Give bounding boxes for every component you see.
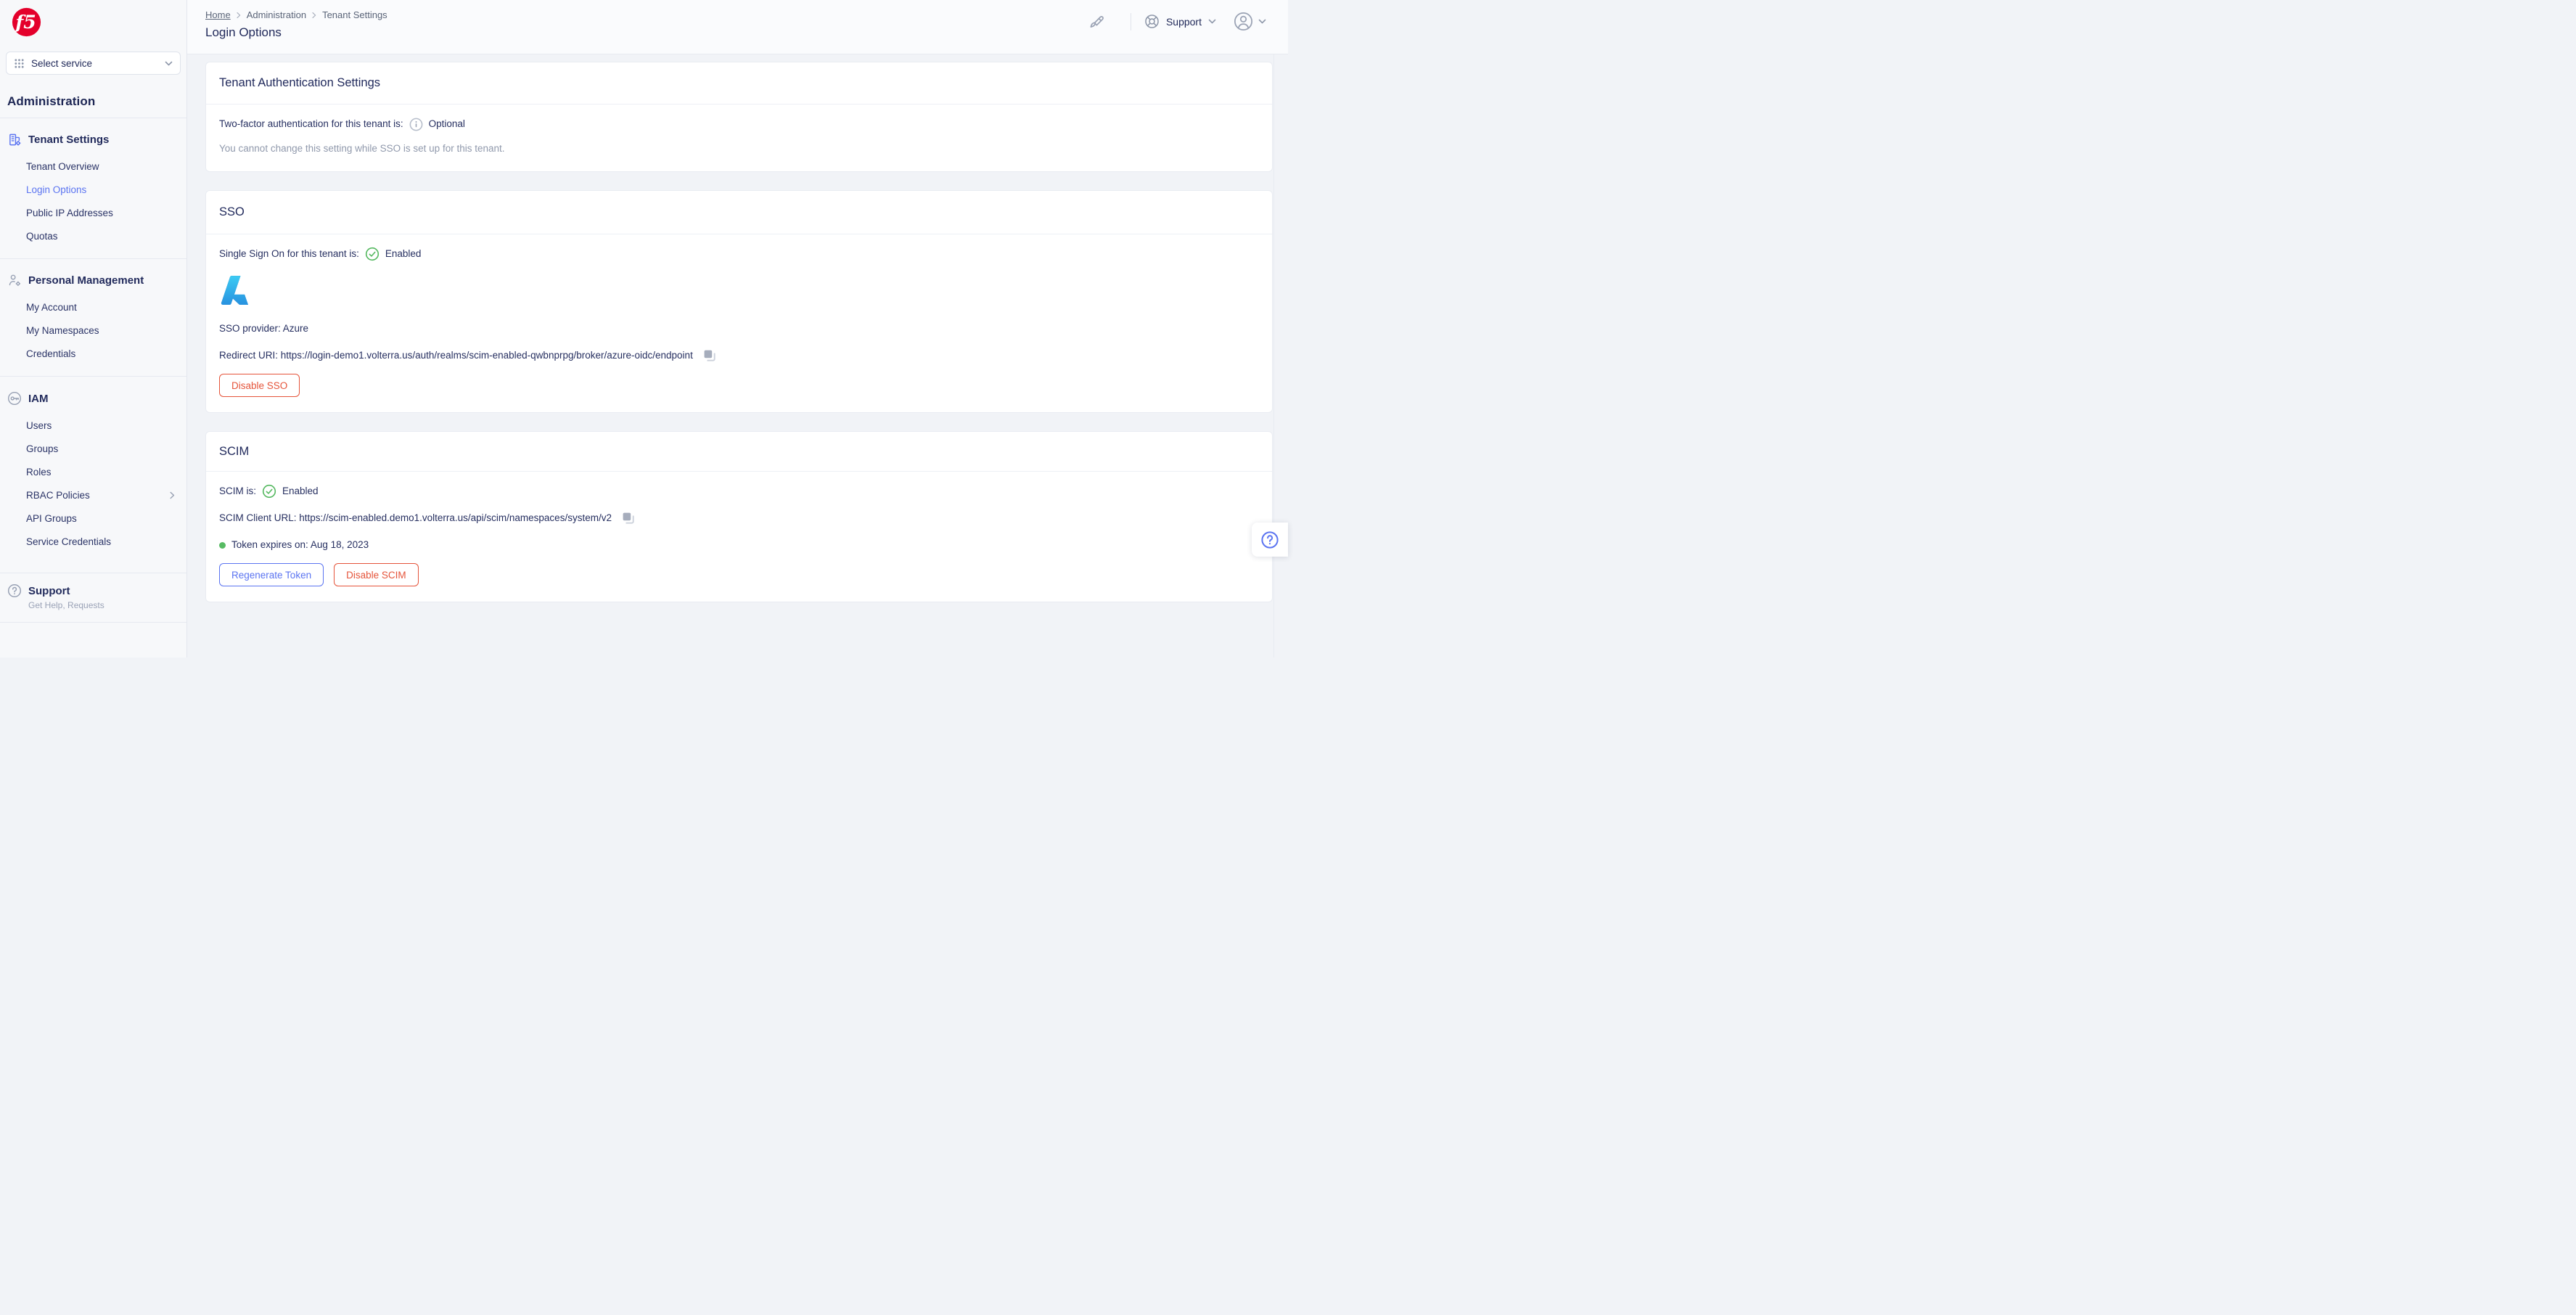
breadcrumb-home-link[interactable]: Home: [205, 9, 231, 20]
two-factor-line: Two-factor authentication for this tenan…: [219, 117, 1259, 131]
chevron-down-icon: [165, 61, 173, 66]
card-title: SCIM: [206, 432, 1272, 472]
sso-provider-line: SSO provider: Azure: [219, 323, 309, 334]
scim-client-url-line: SCIM Client URL: https://scim-enabled.de…: [219, 511, 1259, 525]
support-menu-label: Support: [1165, 15, 1202, 28]
scim-token-line: Token expires on: Aug 18, 2023: [219, 538, 1259, 552]
svg-text:f5: f5: [14, 11, 36, 33]
help-button[interactable]: [1252, 523, 1288, 557]
page: f5 Select service Administration Tenant …: [0, 0, 1288, 658]
disable-scim-button[interactable]: Disable SCIM: [334, 563, 419, 586]
sidebar-item-api-groups[interactable]: API Groups: [0, 507, 186, 530]
sidebar-item-public-ip-addresses[interactable]: Public IP Addresses: [0, 202, 186, 225]
card-title: Tenant Authentication Settings: [206, 62, 1272, 105]
scim-status-line: SCIM is: Enabled: [219, 484, 1259, 499]
f5-logo[interactable]: f5: [12, 7, 186, 41]
sidebar-support-label: Support: [28, 584, 70, 597]
info-icon[interactable]: [409, 118, 423, 131]
sidebar-item-my-account[interactable]: My Account: [0, 296, 186, 319]
card-sso: SSO Single Sign On for this tenant is: E…: [205, 190, 1273, 413]
service-selector-label: Select service: [31, 57, 93, 69]
support-menu[interactable]: Support: [1144, 14, 1216, 29]
two-factor-label: Two-factor authentication for this tenan…: [219, 118, 403, 129]
sidebar-support[interactable]: Support Get Help, Requests: [0, 573, 186, 623]
sso-status-value: Enabled: [385, 248, 422, 259]
sidebar-item-tenant-overview[interactable]: Tenant Overview: [0, 155, 186, 179]
sidebar-item-rbac-policies[interactable]: RBAC Policies: [0, 484, 186, 507]
sidebar-item-credentials[interactable]: Credentials: [0, 343, 186, 366]
account-menu[interactable]: [1234, 12, 1266, 31]
building-gear-icon: [7, 133, 22, 147]
section-label: Tenant Settings: [28, 134, 110, 146]
sidebar-item-service-credentials[interactable]: Service Credentials: [0, 530, 186, 554]
sidebar-item-roles[interactable]: Roles: [0, 461, 186, 484]
sso-status-line: Single Sign On for this tenant is: Enabl…: [219, 247, 1259, 261]
copy-icon[interactable]: [622, 512, 635, 525]
user-gear-icon: [7, 274, 22, 287]
sso-redirect-text: Redirect URI: https://login-demo1.volter…: [219, 350, 693, 361]
azure-logo: [219, 274, 1259, 309]
topbar: Home Administration Tenant Settings Logi…: [187, 0, 1288, 54]
f5-logo-icon: f5: [12, 7, 41, 37]
breadcrumb-administration: Administration: [246, 9, 307, 20]
nav-section-tenant-settings: Tenant Settings Tenant Overview Login Op…: [0, 118, 186, 258]
app-title: Administration: [7, 94, 96, 108]
service-selector[interactable]: Select service: [6, 52, 181, 75]
card-title: SSO: [206, 191, 1272, 234]
chevron-right-icon: [237, 12, 241, 19]
key-icon: [7, 391, 22, 406]
section-header-tenant-settings[interactable]: Tenant Settings: [0, 127, 186, 152]
sidebar-item-login-options[interactable]: Login Options: [0, 179, 186, 202]
section-label: IAM: [28, 392, 49, 405]
section-header-personal-management[interactable]: Personal Management: [0, 268, 186, 293]
regenerate-token-button[interactable]: Regenerate Token: [219, 563, 324, 586]
two-factor-value: Optional: [428, 118, 465, 129]
sidebar: f5 Select service Administration Tenant …: [0, 0, 187, 658]
chevron-down-icon: [1208, 19, 1216, 24]
section-header-iam[interactable]: IAM: [0, 385, 186, 411]
main-content: Tenant Authentication Settings Two-facto…: [187, 54, 1288, 658]
topbar-actions: Support: [1087, 12, 1266, 31]
card-scim: SCIM SCIM is: Enabled SCIM Client URL: h…: [205, 431, 1273, 602]
sidebar-item-quotas[interactable]: Quotas: [0, 225, 186, 248]
nav-section-personal-management: Personal Management My Account My Namesp…: [0, 258, 186, 376]
grid-icon: [14, 58, 25, 69]
sidebar-item-users[interactable]: Users: [0, 414, 186, 438]
card-tenant-authentication: Tenant Authentication Settings Two-facto…: [205, 62, 1273, 172]
help-question-icon: [1260, 530, 1279, 549]
content-edge-line: [1273, 54, 1274, 658]
nav-section-iam: IAM Users Groups Roles RBAC Policies API…: [0, 376, 186, 564]
sidebar-item-my-namespaces[interactable]: My Namespaces: [0, 319, 186, 343]
two-factor-note: You cannot change this setting while SSO…: [219, 143, 505, 154]
chevron-right-icon: [170, 491, 175, 499]
lifebuoy-icon: [1144, 14, 1160, 29]
breadcrumb-tenant-settings: Tenant Settings: [322, 9, 387, 20]
sidebar-support-subtitle: Get Help, Requests: [28, 600, 104, 610]
sidebar-item-groups[interactable]: Groups: [0, 438, 186, 461]
sso-redirect-line: Redirect URI: https://login-demo1.volter…: [219, 348, 1259, 363]
question-circle-icon: [7, 583, 22, 598]
chevron-down-icon: [1258, 19, 1266, 24]
token-status-dot: [219, 541, 226, 549]
scim-status-label: SCIM is:: [219, 486, 257, 496]
section-label: Personal Management: [28, 274, 144, 287]
scim-status-value: Enabled: [282, 486, 319, 496]
theme-brush-icon[interactable]: [1087, 13, 1104, 30]
check-circle-icon: [365, 247, 380, 261]
check-circle-icon: [262, 484, 276, 499]
disable-sso-button[interactable]: Disable SSO: [219, 374, 300, 397]
scim-token-text: Token expires on: Aug 18, 2023: [231, 539, 369, 550]
sso-status-label: Single Sign On for this tenant is:: [219, 248, 359, 259]
chevron-right-icon: [312, 12, 316, 19]
scim-client-url-text: SCIM Client URL: https://scim-enabled.de…: [219, 512, 612, 523]
avatar-icon: [1234, 12, 1253, 31]
copy-icon[interactable]: [703, 349, 716, 362]
